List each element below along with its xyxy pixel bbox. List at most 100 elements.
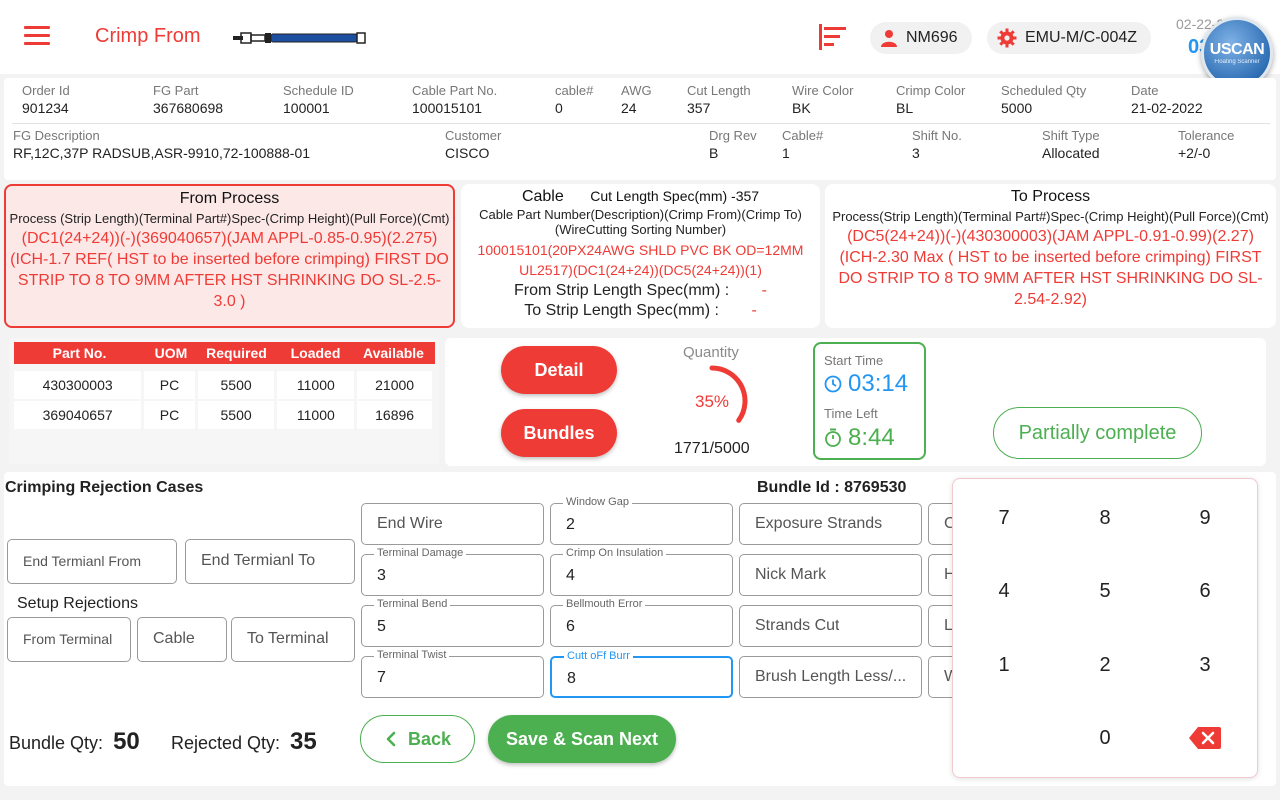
- nick-mark-field[interactable]: Nick Mark: [739, 554, 922, 596]
- column-header: Required: [206, 345, 267, 361]
- info-field-label: Tolerance: [1178, 128, 1235, 143]
- info-field: Cable Part No. 100015101: [412, 83, 497, 116]
- field-value: 7: [377, 669, 386, 686]
- time-left-value: 8:44: [848, 424, 895, 451]
- menu-icon[interactable]: [24, 26, 50, 46]
- info-field-value: B: [709, 145, 719, 161]
- cable-detail: 100015101(20PX24AWG SHLD PVC BK OD=12MM …: [477, 242, 804, 278]
- info-field-value: 1: [782, 145, 790, 161]
- backspace-button[interactable]: [1175, 718, 1235, 758]
- info-field-value: 5000: [1001, 100, 1033, 116]
- terminal-twist-field[interactable]: Terminal Twist 7: [361, 649, 544, 698]
- timer-icon: [825, 428, 841, 447]
- key-9[interactable]: 9: [1175, 498, 1235, 538]
- window-gap-field[interactable]: Window Gap 2: [550, 496, 733, 545]
- user-chip-label: NM696: [906, 29, 958, 46]
- info-field-value: CISCO: [445, 145, 490, 161]
- info-field: AWG 24: [621, 83, 652, 116]
- field-label: Window Gap: [563, 496, 632, 508]
- bellmouth-error-field[interactable]: Bellmouth Error 6: [550, 598, 733, 647]
- cutt-off-burr-field[interactable]: Cutt oFf Burr 8: [550, 650, 733, 698]
- field-placeholder: End Termianl From: [23, 553, 142, 569]
- from-process-panel[interactable]: From Process Process (Strip Length)(Term…: [4, 184, 455, 328]
- bundle-qty-label: Bundle Qty:: [9, 733, 104, 753]
- field-label: Terminal Twist: [374, 649, 450, 661]
- key-1[interactable]: 1: [974, 645, 1034, 685]
- key-8[interactable]: 8: [1075, 498, 1135, 538]
- strands-cut-field[interactable]: Strands Cut: [739, 605, 922, 647]
- info-field: Wire Color BK: [792, 83, 853, 116]
- partially-complete-button[interactable]: Partially complete: [993, 407, 1202, 459]
- info-field-label: Schedule ID: [283, 83, 354, 98]
- to-process-panel[interactable]: To Process Process(Strip Length)(Termina…: [825, 184, 1276, 328]
- info-field: Tolerance +2/-0: [1178, 128, 1234, 161]
- table-cell: 5500: [197, 371, 275, 399]
- end-terminal-from-field[interactable]: End Termianl From: [7, 539, 177, 584]
- info-field-label: Cut Length: [687, 83, 751, 98]
- field-placeholder: Strands Cut: [755, 617, 840, 634]
- info-field-label: Cable#: [782, 128, 824, 143]
- field-placeholder: Brush Length Less/...: [755, 668, 907, 685]
- terminal-bend-field[interactable]: Terminal Bend 5: [361, 598, 544, 647]
- save-and-scan-next-button[interactable]: Save & Scan Next: [488, 715, 676, 763]
- key-6[interactable]: 6: [1175, 571, 1235, 611]
- from-strip-spec-label: From Strip Length Spec(mm) :: [514, 282, 730, 299]
- brush-length-less-field[interactable]: Brush Length Less/...: [739, 656, 922, 698]
- info-field-label: FG Description: [13, 128, 100, 143]
- exposure-strands-field[interactable]: Exposure Strands: [739, 503, 922, 545]
- sort-icon[interactable]: [818, 23, 848, 51]
- to-process-title: To Process: [1010, 188, 1091, 205]
- parts-table: Part No. UOM Required Loaded Available 4…: [9, 338, 439, 464]
- cable-subtitle: Cable Part Number(Description)(Crimp Fro…: [479, 207, 802, 237]
- key-0[interactable]: 0: [1075, 718, 1135, 758]
- key-3[interactable]: 3: [1175, 645, 1235, 685]
- back-button[interactable]: Back: [360, 715, 475, 763]
- terminal-damage-field[interactable]: Terminal Damage 3: [361, 547, 544, 596]
- key-7[interactable]: 7: [974, 498, 1034, 538]
- user-chip[interactable]: NM696: [870, 22, 972, 54]
- cut-length-spec: Cut Length Spec(mm) -357: [590, 188, 760, 204]
- key-5[interactable]: 5: [1075, 571, 1135, 611]
- uscan-logo-text: USCAN: [1209, 41, 1265, 58]
- field-placeholder: Exposure Strands: [755, 515, 883, 532]
- info-field-label: cable#: [555, 83, 594, 98]
- start-time-label: Start Time: [824, 353, 884, 368]
- key-4[interactable]: 4: [974, 571, 1034, 611]
- info-field-label: Date: [1131, 83, 1159, 98]
- field-label: Cutt oFf Burr: [564, 650, 633, 662]
- end-terminal-to-field[interactable]: End Termianl To: [185, 539, 355, 584]
- cable-field[interactable]: Cable: [137, 617, 227, 662]
- rejected-qty-value: 35: [290, 728, 317, 755]
- info-field-label: Drg Rev: [709, 128, 757, 143]
- quantity-label: Quantity: [683, 344, 739, 361]
- bundle-id: Bundle Id : 8769530: [757, 479, 907, 496]
- start-time-value: 03:14: [848, 370, 909, 397]
- field-value: 5: [377, 618, 386, 635]
- detail-button[interactable]: Detail: [501, 346, 617, 394]
- table-cell: 5500: [197, 401, 275, 429]
- quantity-percent: 35%: [695, 392, 729, 411]
- to-strip-spec-row: To Strip Length Spec(mm) : -: [461, 302, 820, 320]
- machine-chip[interactable]: EMU-M/C-004Z: [987, 22, 1152, 54]
- column-header: Available: [363, 345, 424, 361]
- info-field-value: 367680698: [153, 100, 224, 116]
- field-placeholder: Nick Mark: [755, 566, 827, 583]
- table-cell: 430300003: [14, 371, 142, 399]
- table-row: 430300003 PC 5500 11000 21000: [14, 371, 435, 399]
- from-strip-spec-row: From Strip Length Spec(mm) : -: [461, 282, 820, 300]
- key-2[interactable]: 2: [1075, 645, 1135, 685]
- bundles-button[interactable]: Bundles: [501, 409, 617, 457]
- info-field-value: 3: [912, 145, 920, 161]
- clock-icon: [824, 375, 842, 393]
- end-wire-field[interactable]: End Wire: [361, 503, 544, 545]
- to-terminal-field[interactable]: To Terminal: [231, 617, 355, 662]
- crimp-on-insulation-field[interactable]: Crimp On Insulation 4: [550, 547, 733, 596]
- from-terminal-field[interactable]: From Terminal: [7, 617, 131, 662]
- info-field-label: AWG: [621, 83, 652, 98]
- uscan-logo-subtext: Floating Scanner: [1214, 59, 1260, 65]
- time-left-label: Time Left: [824, 406, 878, 421]
- from-strip-spec-value: -: [761, 282, 767, 299]
- info-field-label: Customer: [445, 128, 502, 143]
- info-field-value: +2/-0: [1178, 145, 1211, 161]
- gear-icon: [997, 28, 1017, 48]
